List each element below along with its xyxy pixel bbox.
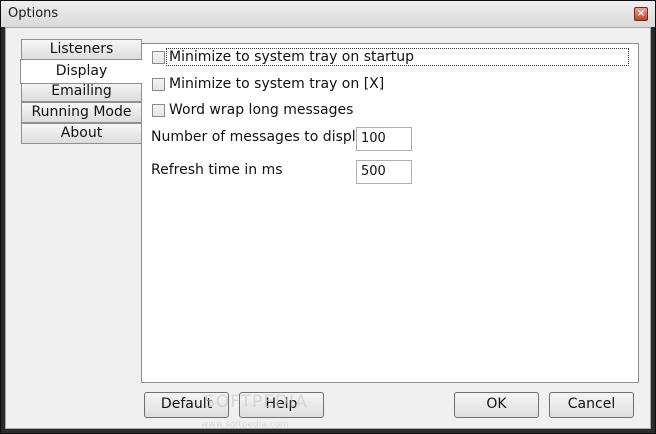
input-value: 500 — [361, 164, 386, 179]
tab-label: About — [60, 125, 103, 141]
close-icon: × — [636, 8, 646, 19]
title-bar[interactable]: Options × — [1, 1, 655, 27]
minimize-on-startup-checkbox[interactable] — [152, 51, 165, 64]
checkbox-label: Minimize to system tray on startup — [169, 49, 415, 65]
display-panel: Minimize to system tray on startup Minim… — [141, 43, 639, 383]
close-button[interactable]: × — [634, 7, 648, 21]
watermark-url: www.softpedia.com — [201, 420, 289, 430]
refresh-time-label: Refresh time in ms — [151, 162, 283, 178]
tab-listeners[interactable]: Listeners — [21, 39, 142, 60]
word-wrap-checkbox[interactable] — [152, 104, 165, 117]
window-title: Options — [8, 6, 59, 21]
input-value: 100 — [361, 131, 386, 146]
tab-label: Listeners — [49, 41, 114, 57]
options-dialog: Options × Listeners Display Emailing Run… — [0, 0, 656, 434]
checkbox-label: Minimize to system tray on [X] — [169, 76, 385, 92]
tab-label: Running Mode — [31, 104, 132, 120]
messages-count-label: Number of messages to display — [151, 129, 373, 145]
tab-display[interactable]: Display — [20, 59, 143, 84]
tab-emailing[interactable]: Emailing — [21, 81, 142, 102]
dialog-client-area: Listeners Display Emailing Running Mode … — [5, 27, 651, 430]
messages-count-input[interactable]: 100 — [356, 127, 412, 151]
minimize-on-close-checkbox[interactable] — [152, 78, 165, 91]
tab-label: Display — [55, 63, 108, 79]
tab-label: Emailing — [51, 83, 112, 99]
ok-button[interactable]: OK — [454, 392, 539, 418]
tab-about[interactable]: About — [21, 123, 142, 144]
cancel-button[interactable]: Cancel — [549, 392, 634, 418]
tab-running-mode[interactable]: Running Mode — [21, 102, 142, 123]
help-button[interactable]: Help — [239, 392, 324, 418]
default-button[interactable]: Default — [144, 392, 229, 418]
refresh-time-input[interactable]: 500 — [356, 160, 412, 184]
checkbox-label: Word wrap long messages — [169, 102, 354, 118]
